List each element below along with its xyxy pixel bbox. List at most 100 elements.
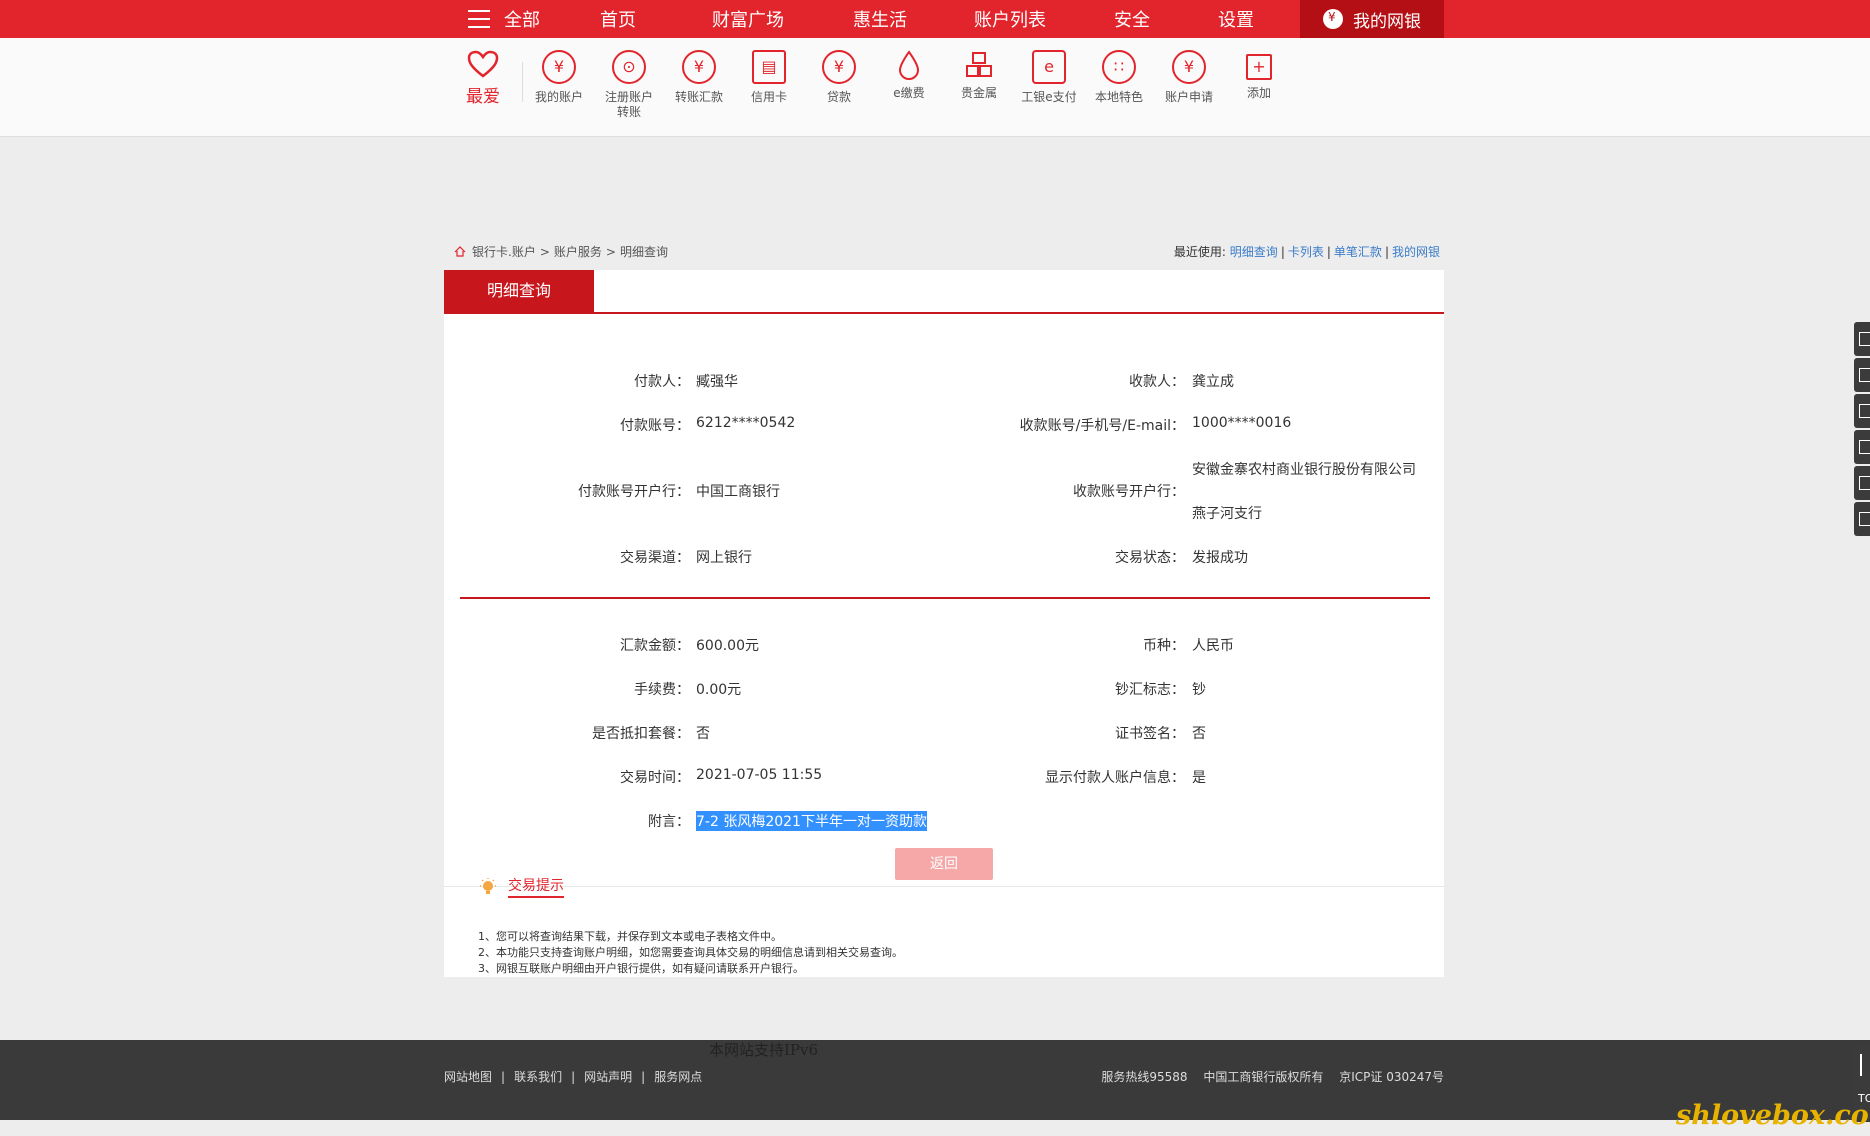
payer-bank-label: 付款账号开户行： [578, 484, 690, 500]
fav-label: 注册账户 转账 [604, 90, 653, 119]
money-bag-icon [1323, 9, 1343, 29]
footer-hotline: 服务热线95588 [1101, 1070, 1188, 1084]
fav-label: 我的账户 [534, 90, 583, 104]
cash-flag-label: 钞汇标志： [1115, 682, 1185, 698]
cert-value: 否 [1192, 726, 1206, 742]
epay-icon: e [1032, 50, 1066, 84]
tip-item: 2、本功能只支持查询账户明细，如您需要查询具体交易的明细信息请到相关交易查询。 [478, 946, 903, 959]
footer-info: 服务热线95588 中国工商银行版权所有 京ICP证 030247号 [1089, 1068, 1444, 1085]
section-divider [460, 597, 1430, 599]
hamburger-icon [468, 10, 490, 28]
footer-copyright: 中国工商银行版权所有 [1203, 1070, 1324, 1084]
fav-precious-metal[interactable]: 贵金属 [944, 50, 1014, 101]
payer-value: 臧强华 [696, 374, 738, 390]
side-toolbar [1854, 322, 1870, 538]
breadcrumb-separator: > [539, 244, 550, 259]
fav-local-special[interactable]: ∷ 本地特色 [1084, 50, 1154, 105]
breadcrumb-separator: > [605, 244, 616, 259]
all-menu-label: 全部 [504, 10, 540, 31]
recent-link-single-remit[interactable]: 单笔汇款 [1334, 245, 1382, 259]
tip-item: 3、网银互联账户明细由开户银行提供，如有疑问请联系开户银行。 [478, 962, 804, 975]
all-menu-button[interactable]: 全部 [468, 6, 540, 32]
top-nav: 全部 首页 财富广场 惠生活 账户列表 安全 设置 我的网银 [0, 0, 1870, 38]
side-tool-camera-icon[interactable] [1854, 394, 1870, 428]
fav-transfer[interactable]: ¥ 转账汇款 [664, 50, 734, 105]
memo-value: 7-2 张风梅2021下半年一对一资助款 [696, 811, 927, 831]
payer-account-label: 付款账号： [620, 418, 690, 434]
breadcrumb-item-detail-query: 明细查询 [619, 245, 668, 259]
register-transfer-icon: ⊙ [612, 50, 646, 84]
fav-label: 账户申请 [1164, 90, 1213, 104]
recent-used: 最近使用: 明细查询 | 卡列表 | 单笔汇款 | 我的网银 [1173, 245, 1440, 259]
currency-label: 币种： [1143, 638, 1185, 654]
fav-label: 贵金属 [960, 86, 997, 100]
ipv6-note: 本网站支持IPv6 [709, 1041, 819, 1059]
cash-flag-value: 钞 [1192, 682, 1206, 698]
footer-link-statement[interactable]: 网站声明 [584, 1070, 632, 1084]
tips-list: 1、您可以将查询结果下载，并保存到文本或电子表格文件中。 2、本功能只支持查询账… [478, 929, 903, 977]
show-payer-label: 显示付款人账户信息： [1045, 770, 1185, 786]
payer-label: 付款人： [634, 374, 690, 390]
breadcrumb-item-bank-card[interactable]: 银行卡.账户 [472, 243, 536, 260]
recent-link-my-netbank[interactable]: 我的网银 [1392, 245, 1440, 259]
breadcrumb-item-account-service[interactable]: 账户服务 [554, 243, 602, 260]
footer-link-outlets[interactable]: 服务网点 [654, 1070, 702, 1084]
loan-bag-icon: ¥ [822, 50, 856, 84]
fav-add[interactable]: + 添加 [1224, 50, 1294, 101]
heart-icon [467, 50, 499, 78]
favorites-heart[interactable]: 最爱 [463, 50, 503, 107]
nav-wealth-plaza[interactable]: 财富广场 [712, 6, 784, 32]
payee-value: 龚立成 [1192, 374, 1234, 390]
recent-link-detail-query[interactable]: 明细查询 [1230, 245, 1278, 259]
channel-label: 交易渠道： [620, 550, 690, 566]
favorites-label: 最爱 [466, 87, 500, 107]
payee-bank-label: 收款账号开户行： [1073, 484, 1185, 500]
fav-my-account[interactable]: ¥ 我的账户 [524, 50, 594, 105]
side-tool-gift-icon[interactable] [1854, 322, 1870, 356]
package-value: 否 [696, 726, 710, 742]
fav-loan[interactable]: ¥ 贷款 [804, 50, 874, 105]
local-icon: ∷ [1102, 50, 1136, 84]
side-tool-send-icon[interactable] [1854, 358, 1870, 392]
memo-label: 附言： [648, 814, 690, 830]
home-icon [454, 246, 466, 257]
nav-settings[interactable]: 设置 [1218, 6, 1254, 32]
fav-label: 信用卡 [750, 90, 787, 104]
my-netbank-label: 我的网银 [1353, 11, 1421, 32]
fee-value: 0.00元 [696, 682, 742, 698]
recent-link-card-list[interactable]: 卡列表 [1288, 245, 1324, 259]
nav-account-list[interactable]: 账户列表 [974, 6, 1046, 32]
time-label: 交易时间： [620, 770, 690, 786]
fav-credit-card[interactable]: ▤ 信用卡 [734, 50, 804, 105]
nav-security[interactable]: 安全 [1114, 6, 1150, 32]
fav-icbc-epay[interactable]: e 工银e支付 [1014, 50, 1084, 105]
tab-detail-query[interactable]: 明细查询 [444, 270, 594, 312]
payee-account-label: 收款账号/手机号/E-mail： [1019, 418, 1185, 434]
fav-account-apply[interactable]: ¥ 账户申请 [1154, 50, 1224, 105]
footer-link-contact[interactable]: 联系我们 [514, 1070, 562, 1084]
nav-life[interactable]: 惠生活 [853, 6, 907, 32]
cert-label: 证书签名： [1115, 726, 1185, 742]
transfer-icon: ¥ [682, 50, 716, 84]
up-arrow-icon [1860, 1054, 1862, 1076]
side-tool-service-icon[interactable] [1854, 502, 1870, 536]
fav-label: 本地特色 [1094, 90, 1143, 104]
nav-home[interactable]: 首页 [600, 6, 636, 32]
fav-register-transfer[interactable]: ⊙ 注册账户 转账 [594, 50, 664, 120]
side-tool-calendar-icon[interactable] [1854, 430, 1870, 464]
payee-label: 收款人： [1129, 374, 1185, 390]
yuan-circle-icon: ¥ [542, 50, 576, 84]
side-tool-mail-icon[interactable] [1854, 466, 1870, 500]
time-value: 2021-07-05 11:55 [696, 767, 823, 783]
return-button[interactable]: 返回 [895, 848, 993, 880]
amount-label: 汇款金额： [620, 638, 690, 654]
payee-account-value: 1000****0016 [1192, 415, 1292, 431]
footer-link-sitemap[interactable]: 网站地图 [444, 1070, 492, 1084]
channel-value: 网上银行 [696, 550, 752, 566]
my-netbank-button[interactable]: 我的网银 [1300, 0, 1444, 38]
account-apply-icon: ¥ [1172, 50, 1206, 84]
footer-links: 网站地图 | 联系我们 | 网站声明 | 服务网点 [444, 1070, 703, 1084]
payee-bank-line1: 安徽金寨农村商业银行股份有限公司 [1192, 462, 1416, 478]
fav-epayment[interactable]: e缴费 [874, 50, 944, 101]
favorites-divider [522, 62, 523, 102]
